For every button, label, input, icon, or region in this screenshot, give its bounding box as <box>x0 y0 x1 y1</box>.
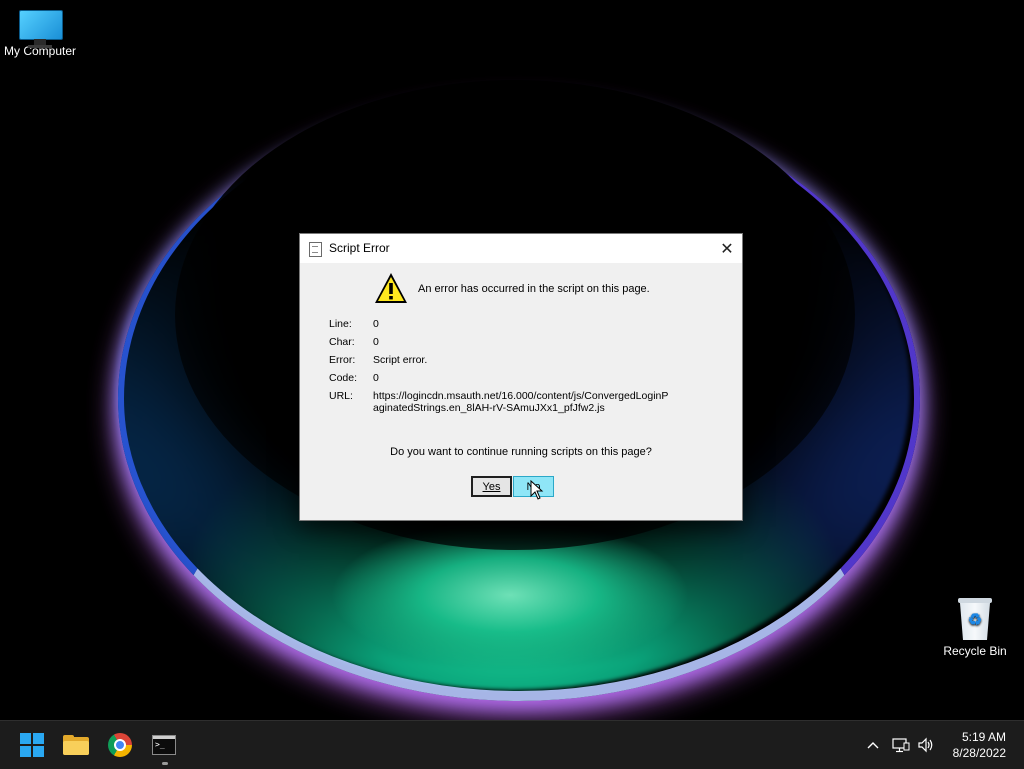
desktop-icon-label: Recycle Bin <box>943 644 1007 658</box>
start-button[interactable] <box>16 729 48 761</box>
monitor-icon <box>19 10 63 48</box>
warning-icon <box>375 273 407 303</box>
taskbar-command-prompt[interactable] <box>148 729 180 761</box>
desktop-icon-recycle-bin[interactable]: ♻ Recycle Bin <box>935 598 1015 658</box>
script-error-dialog: Script Error ✕ An error has occurred in … <box>299 233 743 521</box>
detail-row-line: Line: 0 <box>329 318 379 330</box>
taskbar-chrome[interactable] <box>104 729 136 761</box>
clock-time: 5:19 AM <box>961 730 1006 744</box>
taskbar: 5:19 AM 8/28/2022 <box>0 720 1024 769</box>
running-indicator <box>162 762 168 765</box>
dialog-title: Script Error <box>329 241 390 255</box>
close-button[interactable]: ✕ <box>712 234 742 263</box>
folder-icon <box>63 735 89 755</box>
clock-date: 8/28/2022 <box>952 746 1006 760</box>
yes-button-label: Yes <box>482 480 501 493</box>
desktop: My Computer ♻ Recycle Bin Script Error ✕… <box>0 0 1024 720</box>
detail-key: Char: <box>329 336 355 348</box>
volume-button[interactable] <box>915 721 937 769</box>
detail-value: 0 <box>373 372 379 384</box>
detail-key: Code: <box>329 372 358 384</box>
detail-row-code: Code: 0 <box>329 372 379 384</box>
detail-key: Error: <box>329 354 356 366</box>
volume-icon <box>918 737 933 753</box>
detail-key: Line: <box>329 318 352 330</box>
yes-button[interactable]: Yes <box>471 476 512 497</box>
detail-value: 0 <box>373 318 379 330</box>
detail-url-value: https://logincdn.msauth.net/16.000/conte… <box>373 390 669 414</box>
network-button[interactable] <box>890 721 912 769</box>
taskbar-file-explorer[interactable] <box>60 729 92 761</box>
desktop-icon-my-computer[interactable]: My Computer <box>0 10 80 58</box>
detail-row-url: URL: https://logincdn.msauth.net/16.000/… <box>329 390 668 414</box>
document-icon <box>309 242 322 257</box>
chevron-up-icon <box>867 742 879 749</box>
error-message: An error has occurred in the script on t… <box>418 283 650 295</box>
show-hidden-icons-button[interactable] <box>862 721 884 769</box>
detail-value: Script error. <box>373 354 428 366</box>
network-icon <box>892 738 910 753</box>
detail-key: URL: <box>329 390 353 402</box>
detail-row-error: Error: Script error. <box>329 354 427 366</box>
recycle-bin-icon: ♻ <box>958 598 992 640</box>
terminal-icon <box>152 735 176 755</box>
close-icon: ✕ <box>720 240 734 258</box>
chrome-icon <box>108 733 132 757</box>
dialog-titlebar[interactable]: Script Error ✕ <box>300 234 742 263</box>
windows-logo-icon <box>20 733 44 757</box>
clock[interactable]: 5:19 AM 8/28/2022 <box>953 729 1006 761</box>
detail-row-char: Char: 0 <box>329 336 379 348</box>
continue-question: Do you want to continue running scripts … <box>390 446 652 458</box>
detail-value: 0 <box>373 336 379 348</box>
mouse-cursor-icon <box>530 480 544 500</box>
